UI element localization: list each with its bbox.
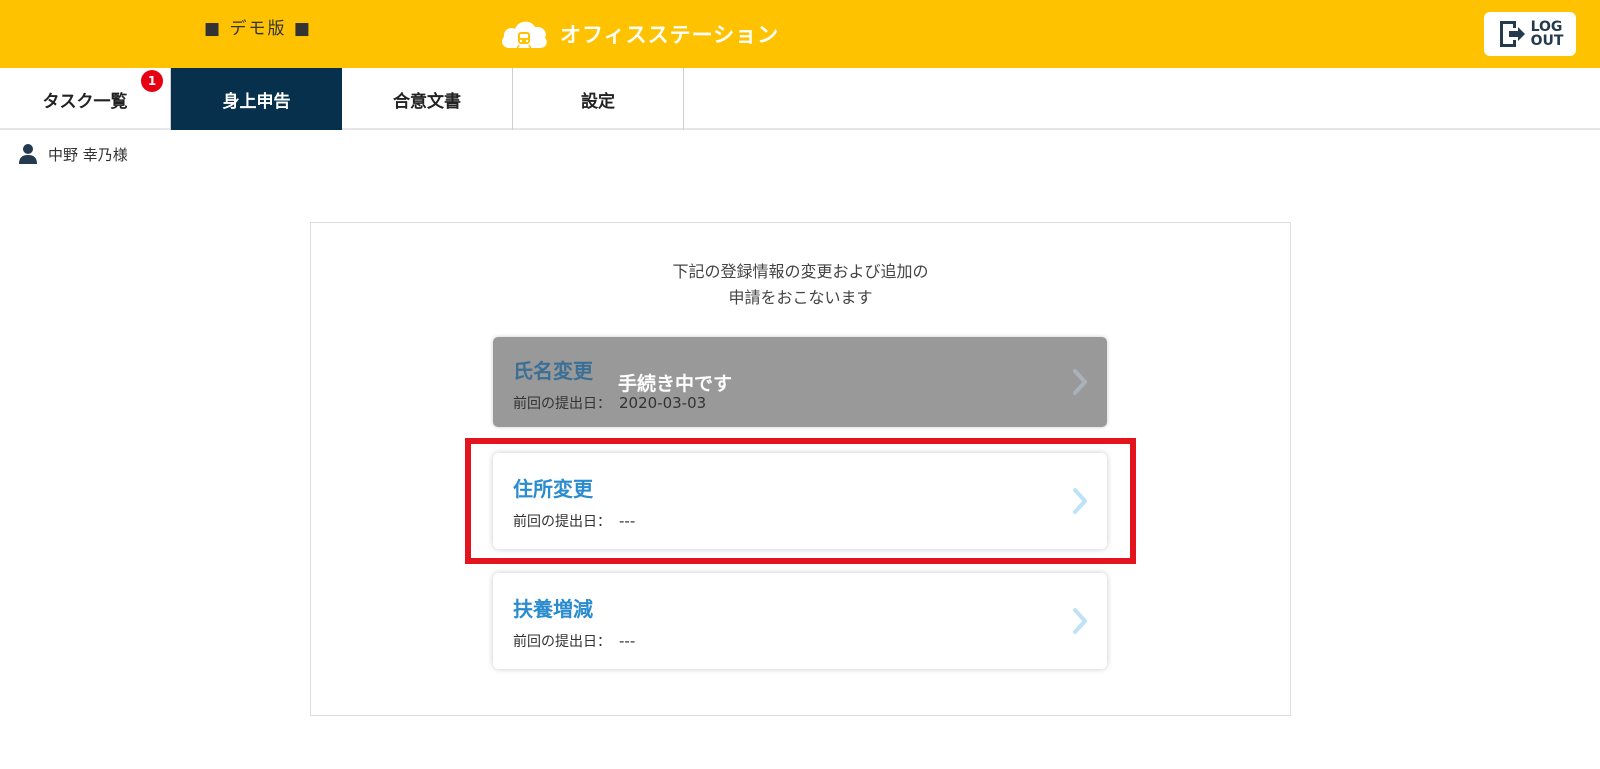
brand: オフィスステーション xyxy=(498,14,779,54)
tab-personal-declaration-label: 身上申告 xyxy=(222,91,291,112)
last-submitted-date: --- xyxy=(619,512,636,530)
intro-text: 下記の登録情報の変更および追加の 申請をおこないます xyxy=(311,259,1290,311)
tab-task-list-label: タスク一覧 xyxy=(42,91,128,112)
demo-label: ■ デモ版 ■ xyxy=(204,19,312,39)
notification-badge: 1 xyxy=(141,70,163,92)
last-submitted-date: 2020-03-03 xyxy=(619,394,707,412)
logout-label-line1: LOG xyxy=(1530,19,1563,35)
tab-bar: タスク一覧 1 身上申告 合意文書 設定 xyxy=(0,68,1600,130)
person-icon xyxy=(19,144,37,164)
logout-label: LOG OUT xyxy=(1531,20,1564,48)
exit-door-icon xyxy=(1499,21,1525,47)
tab-agreement-documents[interactable]: 合意文書 xyxy=(342,68,513,130)
brand-name: オフィスステーション xyxy=(560,23,780,47)
logout-button[interactable]: LOG OUT xyxy=(1484,12,1576,56)
tab-personal-declaration[interactable]: 身上申告 xyxy=(171,68,342,130)
tab-task-list[interactable]: タスク一覧 1 xyxy=(0,68,171,130)
request-panel: 下記の登録情報の変更および追加の 申請をおこないます 氏名変更 手続き中です 前… xyxy=(310,222,1291,716)
user-name: 中野 幸乃様 xyxy=(48,145,128,164)
card-title: 氏名変更 xyxy=(513,359,593,383)
intro-line-1: 下記の登録情報の変更および追加の xyxy=(672,262,929,281)
status-in-progress: 手続き中です xyxy=(618,373,733,395)
last-submitted-label: 前回の提出日： xyxy=(513,634,611,650)
cloud-train-logo-icon xyxy=(502,21,547,50)
chevron-right-icon xyxy=(1073,488,1087,514)
logout-label-line2: OUT xyxy=(1530,33,1564,49)
intro-line-2: 申請をおこないます xyxy=(728,288,873,307)
last-submitted: 前回の提出日： --- xyxy=(513,511,635,531)
chevron-right-icon xyxy=(1073,369,1087,395)
tab-settings-label: 設定 xyxy=(581,91,615,112)
card-title: 扶養増減 xyxy=(513,597,593,621)
last-submitted-date: --- xyxy=(619,632,636,650)
chevron-right-icon xyxy=(1073,608,1087,634)
tab-agreement-documents-label: 合意文書 xyxy=(393,91,461,112)
last-submitted-label: 前回の提出日： xyxy=(513,396,611,412)
name-change-card[interactable]: 氏名変更 手続き中です 前回の提出日： 2020-03-03 xyxy=(493,337,1107,427)
last-submitted: 前回の提出日： 2020-03-03 xyxy=(513,393,706,413)
last-submitted: 前回の提出日： --- xyxy=(513,631,635,651)
last-submitted-label: 前回の提出日： xyxy=(513,514,611,530)
dependents-change-card[interactable]: 扶養増減 前回の提出日： --- xyxy=(493,573,1107,669)
address-change-card[interactable]: 住所変更 前回の提出日： --- xyxy=(493,453,1107,549)
card-title: 住所変更 xyxy=(513,477,593,501)
user-info: 中野 幸乃様 xyxy=(18,142,128,166)
tab-settings[interactable]: 設定 xyxy=(513,68,684,130)
header-bar: ■ デモ版 ■ オフィスステーション LOG OUT xyxy=(0,0,1600,68)
